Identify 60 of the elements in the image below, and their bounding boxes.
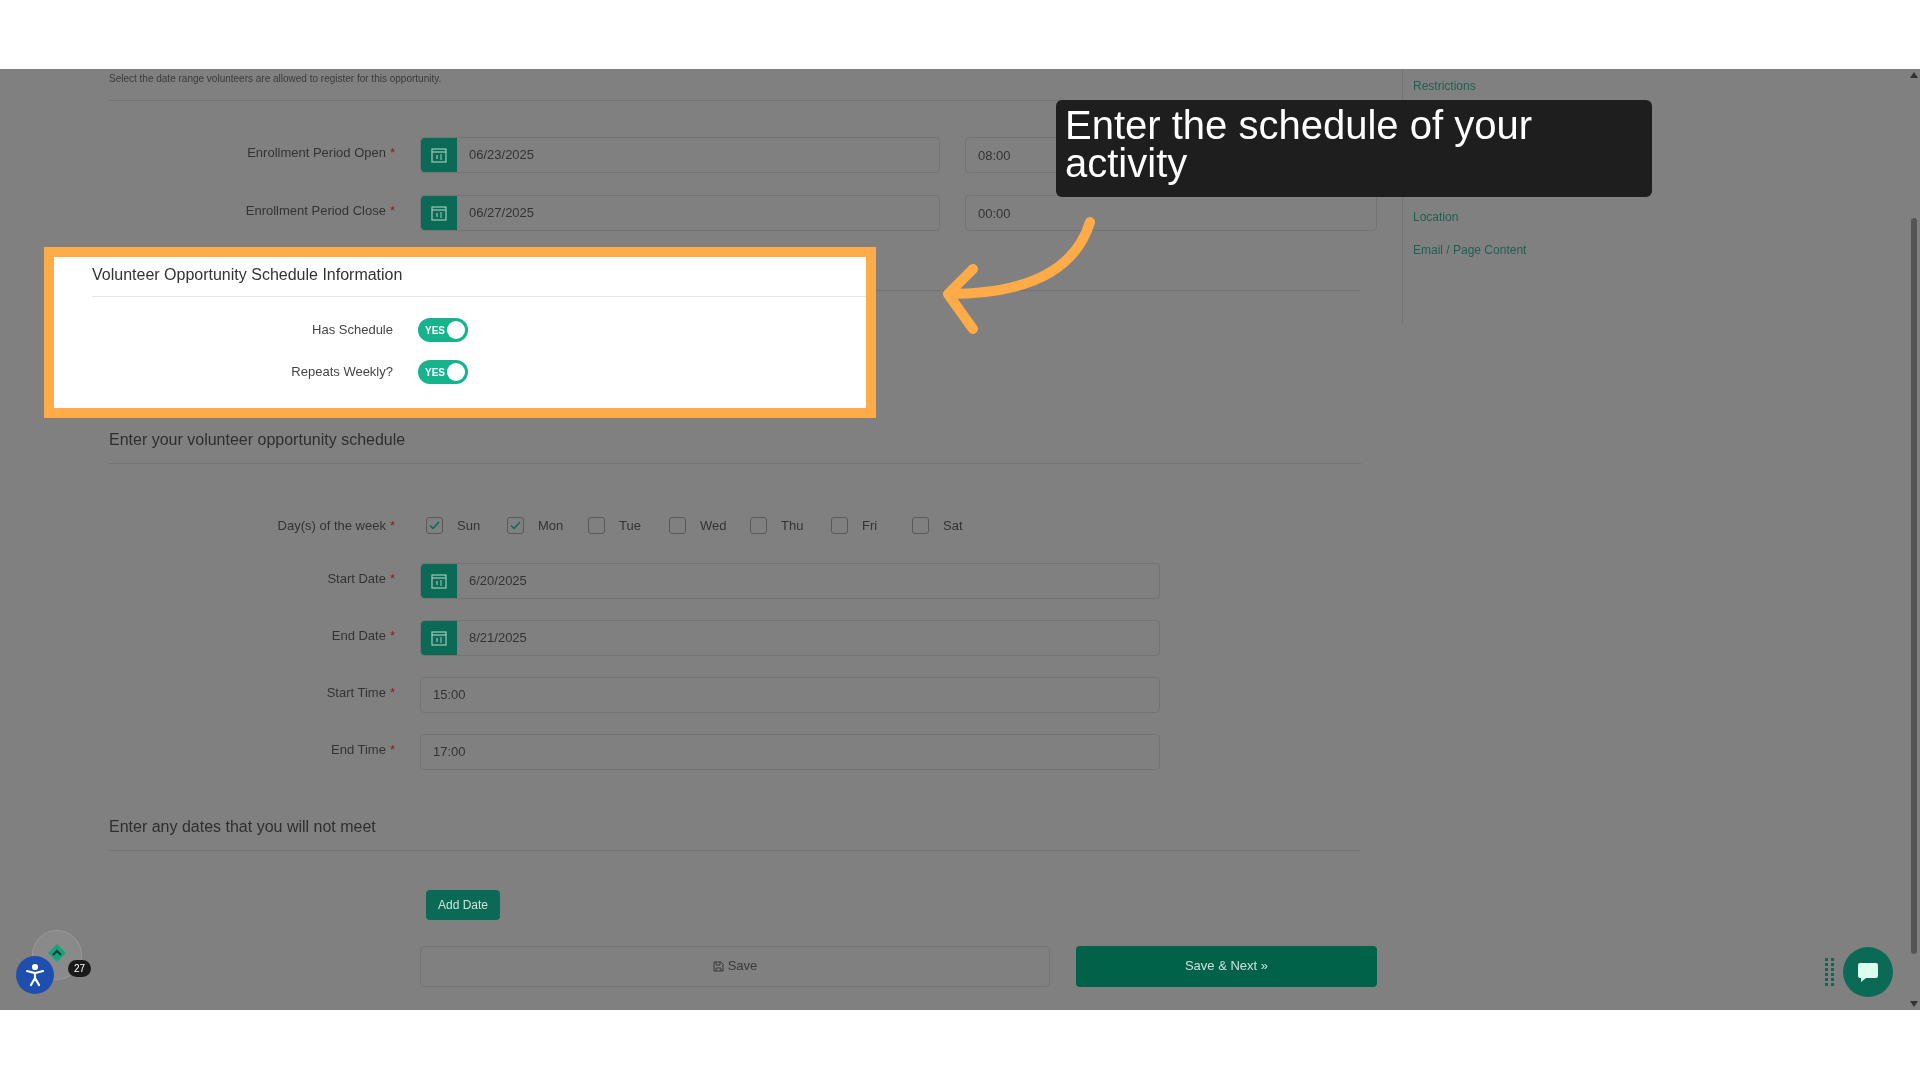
day-label: Sat xyxy=(943,517,964,535)
sidebar-link[interactable]: Location xyxy=(1413,208,1527,226)
sidebar-link[interactable]: Email / Page Content xyxy=(1413,241,1527,259)
field-label: Day(s) of the week xyxy=(277,517,386,535)
checkmark-icon xyxy=(510,521,521,531)
toggle-label: Repeats Weekly? xyxy=(291,363,393,382)
required-mark: * xyxy=(389,517,395,535)
calendar-icon xyxy=(430,146,448,164)
toggle-label: Has Schedule xyxy=(312,321,393,340)
field-label: Start Date xyxy=(327,569,386,588)
calendar-button[interactable] xyxy=(421,196,457,230)
required-mark: * xyxy=(389,144,395,162)
drag-handle-icon[interactable] xyxy=(1825,958,1835,986)
day-label: Thu xyxy=(781,517,805,535)
field-label: Enrollment Period Open xyxy=(247,144,386,162)
calendar-icon xyxy=(430,571,448,590)
save-button[interactable]: Save xyxy=(420,945,1050,987)
day-checkbox[interactable] xyxy=(912,517,929,535)
day-label: Tue xyxy=(619,517,642,535)
checkmark-icon xyxy=(429,521,440,531)
chevron-up-icon xyxy=(47,943,67,963)
day-checkbox[interactable] xyxy=(669,517,686,535)
field-label: End Time xyxy=(331,740,386,759)
scrollbar-thumb[interactable] xyxy=(1911,218,1917,954)
day-checkbox[interactable] xyxy=(507,517,524,535)
section-title: Enter your volunteer opportunity schedule xyxy=(109,430,407,450)
field-label: End Date xyxy=(331,626,386,645)
calendar-icon xyxy=(430,628,448,647)
calendar-button[interactable] xyxy=(421,563,457,598)
add-date-button[interactable]: Add Date xyxy=(426,889,500,920)
day-label: Sun xyxy=(457,517,482,535)
required-mark: * xyxy=(389,569,395,588)
day-checkbox[interactable] xyxy=(588,517,605,535)
section-description: Select the date range volunteers are allowed to register for this opportunity. xyxy=(109,72,443,86)
field-label: Start Time xyxy=(326,683,386,702)
required-mark: * xyxy=(389,683,395,702)
required-mark: * xyxy=(389,740,395,759)
toggle-switch[interactable]: YES xyxy=(418,360,468,384)
day-label: Fri xyxy=(862,517,879,535)
scroll-down-icon[interactable] xyxy=(1910,1001,1918,1007)
calendar-button[interactable] xyxy=(421,620,457,655)
required-mark: * xyxy=(389,626,395,645)
time-field[interactable]: 15:00 xyxy=(420,676,1160,713)
chat-bubble-icon xyxy=(1856,960,1880,984)
required-mark: * xyxy=(389,202,395,220)
day-label: Mon xyxy=(538,517,565,535)
toggle-switch[interactable]: YES xyxy=(418,318,468,342)
day-checkbox[interactable] xyxy=(426,517,443,535)
time-field[interactable]: 17:00 xyxy=(420,733,1160,770)
day-checkbox[interactable] xyxy=(831,517,848,535)
calendar-icon xyxy=(430,204,448,222)
scroll-up-icon[interactable] xyxy=(1910,72,1918,78)
sidebar-link[interactable]: Restrictions xyxy=(1413,77,1527,95)
field-label: Enrollment Period Close xyxy=(245,202,386,220)
save-next-button[interactable]: Save & Next » xyxy=(1076,945,1377,987)
section-title: Enter any dates that you will not meet xyxy=(109,816,377,837)
section-title: Volunteer Opportunity Schedule Information xyxy=(92,265,404,285)
calendar-button[interactable] xyxy=(421,138,457,172)
day-checkbox[interactable] xyxy=(750,517,767,535)
day-label: Wed xyxy=(700,517,728,535)
